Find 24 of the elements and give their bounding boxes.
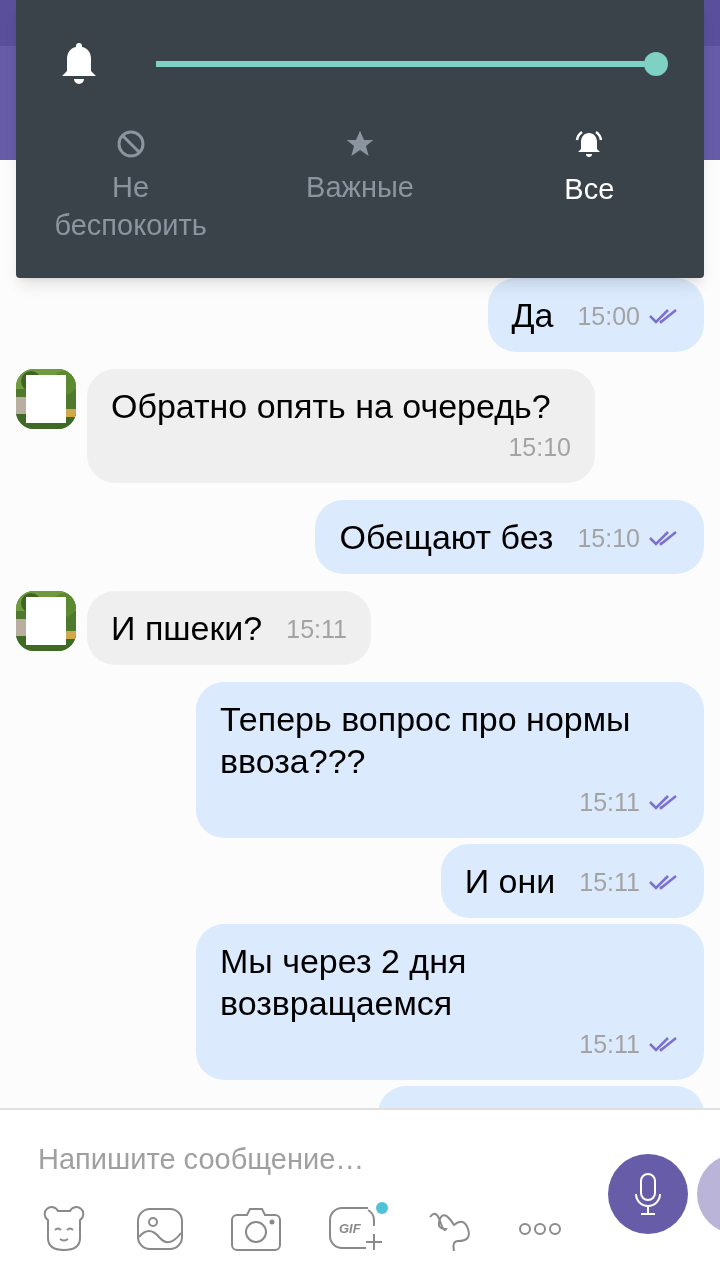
message-text: Обратно опять на очередь? [111, 386, 551, 427]
message-time: 15:11 [286, 614, 347, 645]
microphone-icon [633, 1172, 663, 1216]
message-time: 15:11 [579, 1029, 640, 1060]
message-text: И они [464, 861, 556, 902]
message-text: Мы через 2 дня возвращаемся [220, 941, 468, 1024]
more-icon[interactable] [518, 1222, 562, 1236]
message-time: 15:10 [508, 432, 571, 463]
message-time: 15:10 [577, 523, 640, 554]
slider-thumb[interactable] [644, 52, 668, 76]
message-text: Теперь вопрос про нормы ввоза??? [220, 699, 632, 782]
message-text: Да [511, 295, 554, 336]
message-time: 15:00 [577, 301, 640, 332]
mode-tab[interactable]: Не беспокоить [16, 128, 246, 244]
message-text: И пшеки? [111, 608, 263, 649]
camera-icon[interactable] [230, 1206, 282, 1252]
message-text: Обещают без [339, 517, 554, 558]
mode-tab[interactable]: Все [474, 128, 704, 244]
image-icon[interactable] [136, 1207, 184, 1251]
gif-label: GIF [339, 1221, 361, 1236]
message-time: 15:11 [579, 787, 640, 818]
message-time: 15:11 [579, 867, 640, 898]
message-input[interactable]: Напишите сообщение… [38, 1140, 578, 1180]
mode-tab[interactable]: Важные [245, 128, 475, 244]
